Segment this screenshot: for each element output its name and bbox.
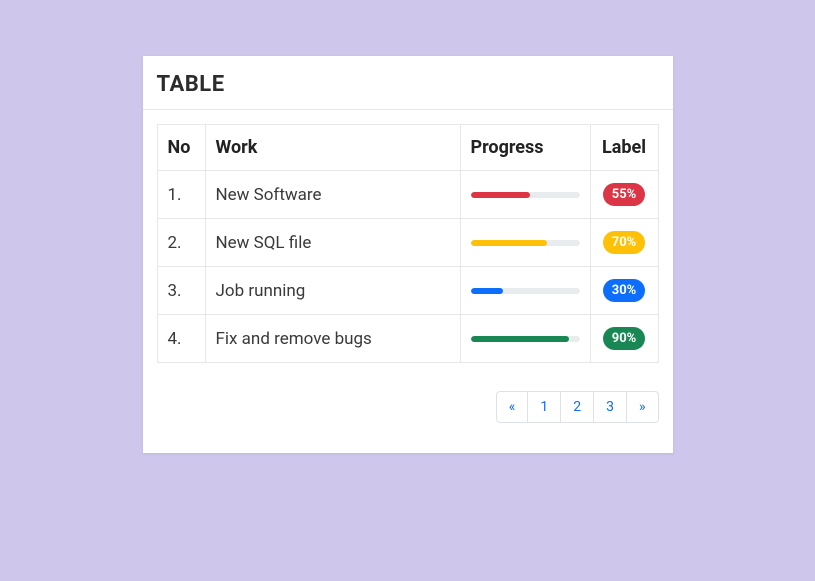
- progress-track: [471, 288, 580, 294]
- data-table: No Work Progress Label 1.New Software 55%…: [157, 124, 659, 363]
- cell-progress: [460, 171, 590, 219]
- page-3-link[interactable]: 3: [594, 392, 626, 422]
- cell-progress: [460, 315, 590, 363]
- card-title: TABLE: [157, 72, 659, 97]
- page-1-link[interactable]: 1: [528, 392, 560, 422]
- cell-no: 4.: [157, 315, 205, 363]
- page-2-link[interactable]: 2: [561, 392, 593, 422]
- table-row: 4.Fix and remove bugs 90%: [157, 315, 658, 363]
- cell-no: 3.: [157, 267, 205, 315]
- cell-progress: [460, 219, 590, 267]
- page-3[interactable]: 3: [593, 391, 627, 423]
- cell-work: New Software: [205, 171, 460, 219]
- cell-progress: [460, 267, 590, 315]
- progress-track: [471, 336, 580, 342]
- page-next[interactable]: »: [626, 391, 659, 423]
- cell-label: 70%: [590, 219, 658, 267]
- col-header-label: Label: [590, 125, 658, 171]
- progress-track: [471, 192, 580, 198]
- progress-bar: [471, 336, 569, 342]
- badge: 90%: [603, 327, 646, 350]
- cell-label: 30%: [590, 267, 658, 315]
- progress-track: [471, 240, 580, 246]
- divider: [143, 109, 673, 110]
- col-header-work: Work: [205, 125, 460, 171]
- table-header-row: No Work Progress Label: [157, 125, 658, 171]
- page-next-link[interactable]: »: [627, 392, 658, 422]
- col-header-progress: Progress: [460, 125, 590, 171]
- cell-work: New SQL file: [205, 219, 460, 267]
- badge: 70%: [603, 231, 646, 254]
- pagination: « 1 2 3 »: [157, 391, 659, 423]
- progress-bar: [471, 288, 504, 294]
- cell-label: 90%: [590, 315, 658, 363]
- table-card: TABLE No Work Progress Label 1.New Softw…: [143, 56, 673, 453]
- page-1[interactable]: 1: [527, 391, 561, 423]
- cell-work: Job running: [205, 267, 460, 315]
- cell-work: Fix and remove bugs: [205, 315, 460, 363]
- badge: 30%: [603, 279, 646, 302]
- page-2[interactable]: 2: [560, 391, 594, 423]
- badge: 55%: [603, 183, 646, 206]
- cell-label: 55%: [590, 171, 658, 219]
- cell-no: 1.: [157, 171, 205, 219]
- table-row: 3.Job running 30%: [157, 267, 658, 315]
- col-header-no: No: [157, 125, 205, 171]
- card-header: TABLE: [143, 56, 673, 109]
- table-row: 2.New SQL file 70%: [157, 219, 658, 267]
- page-prev-link[interactable]: «: [497, 392, 528, 422]
- progress-bar: [471, 192, 531, 198]
- progress-bar: [471, 240, 547, 246]
- cell-no: 2.: [157, 219, 205, 267]
- table-row: 1.New Software 55%: [157, 171, 658, 219]
- page-prev[interactable]: «: [496, 391, 529, 423]
